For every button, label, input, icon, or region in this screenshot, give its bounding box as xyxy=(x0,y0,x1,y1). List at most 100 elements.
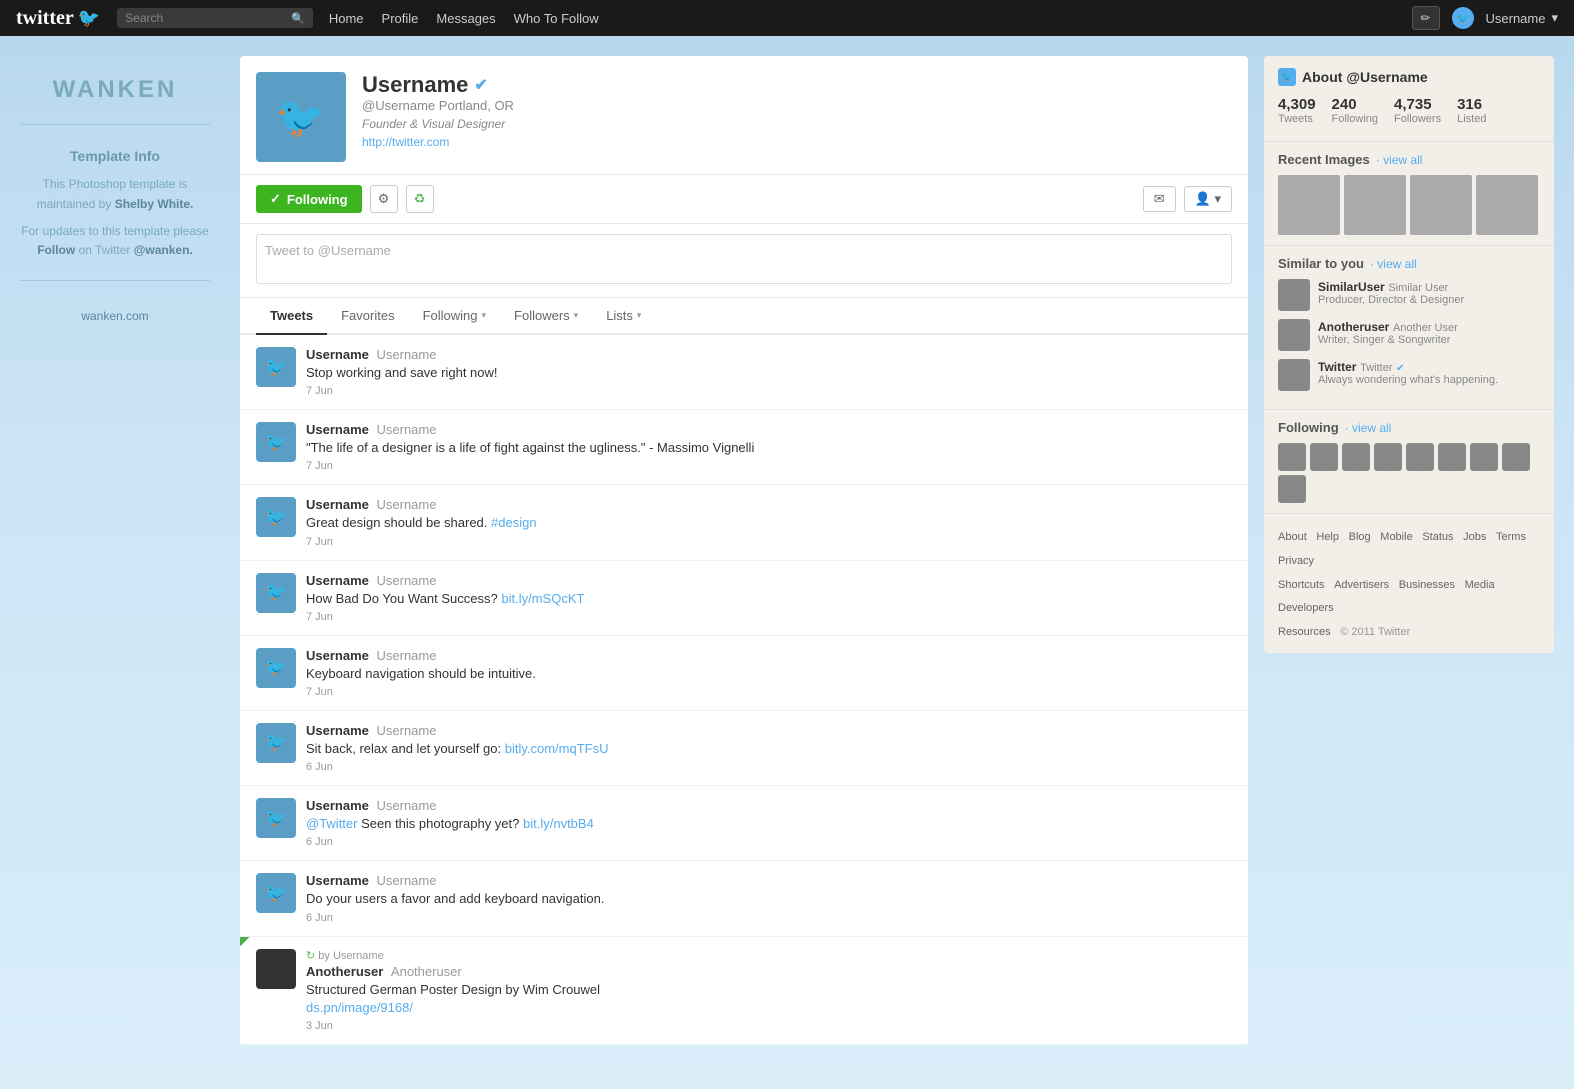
search-bar[interactable]: 🔍 xyxy=(117,8,313,28)
shelby-white-link[interactable]: Shelby White. xyxy=(115,197,194,211)
footer-privacy[interactable]: Privacy xyxy=(1278,555,1314,567)
similar-name-2[interactable]: Anotheruser xyxy=(1318,320,1389,334)
following-avatar-5[interactable] xyxy=(1406,443,1434,471)
mention-link[interactable]: @Twitter xyxy=(306,816,357,831)
tab-tweets[interactable]: Tweets xyxy=(256,298,327,335)
tab-followers[interactable]: Followers ▾ xyxy=(500,298,592,335)
footer-about[interactable]: About xyxy=(1278,531,1307,543)
recent-images-section: Recent Images · view all xyxy=(1264,142,1554,246)
brand-name: WANKEN xyxy=(53,76,178,104)
following-avatar-4[interactable] xyxy=(1374,443,1402,471)
stat-listed: 316 Listed xyxy=(1457,96,1486,125)
nav-messages[interactable]: Messages xyxy=(436,11,495,26)
footer-mobile[interactable]: Mobile xyxy=(1380,531,1412,543)
view-all-following-link[interactable]: · view all xyxy=(1345,421,1392,435)
footer-media[interactable]: Media xyxy=(1465,579,1495,591)
url-link[interactable]: bit.ly/mSQcKT xyxy=(501,591,584,606)
similar-handle-3: Twitter xyxy=(1360,362,1392,374)
footer-shortcuts[interactable]: Shortcuts xyxy=(1278,579,1324,591)
similar-name-3[interactable]: Twitter xyxy=(1318,360,1356,374)
image-thumb-4[interactable] xyxy=(1476,175,1538,235)
tab-following[interactable]: Following ▾ xyxy=(409,298,500,335)
following-avatar-7[interactable] xyxy=(1470,443,1498,471)
image-thumb-2[interactable] xyxy=(1344,175,1406,235)
footer-help[interactable]: Help xyxy=(1316,531,1339,543)
wanken-link[interactable]: wanken.com xyxy=(81,309,148,323)
following-avatar-8[interactable] xyxy=(1502,443,1530,471)
divider-2 xyxy=(20,280,210,281)
footer-businesses[interactable]: Businesses xyxy=(1399,579,1455,591)
url-link[interactable]: ds.pn/image/9168/ xyxy=(306,1000,413,1015)
nav-profile[interactable]: Profile xyxy=(382,11,419,26)
handle-link[interactable]: @wanken. xyxy=(134,243,193,257)
image-thumb-3[interactable] xyxy=(1410,175,1472,235)
tab-lists[interactable]: Lists ▾ xyxy=(592,298,655,335)
footer-status[interactable]: Status xyxy=(1422,531,1453,543)
username-label[interactable]: Username ▾ xyxy=(1486,10,1559,26)
tweet-avatar: 🐦 xyxy=(256,648,296,688)
image-thumb-1[interactable] xyxy=(1278,175,1340,235)
tweet-username: Username xyxy=(306,873,369,888)
mail-button[interactable]: ✉ xyxy=(1143,186,1176,212)
following-avatar-6[interactable] xyxy=(1438,443,1466,471)
tweet-username: Username xyxy=(306,497,369,512)
url-link[interactable]: bit.ly/nvtbB4 xyxy=(523,816,594,831)
hashtag-link[interactable]: #design xyxy=(491,515,537,530)
action-bar: ✓ Following ⚙ ♻ ✉ 👤 ▾ xyxy=(240,175,1248,224)
following-avatar-2[interactable] xyxy=(1310,443,1338,471)
images-grid xyxy=(1278,175,1540,235)
following-button[interactable]: ✓ Following xyxy=(256,185,362,213)
tab-favorites[interactable]: Favorites xyxy=(327,298,408,335)
profile-url[interactable]: http://twitter.com xyxy=(362,135,449,149)
tweet-bird-icon: 🐦 xyxy=(265,883,287,904)
following-avatar-3[interactable] xyxy=(1342,443,1370,471)
similar-name-1[interactable]: SimilarUser xyxy=(1318,280,1385,294)
tweet-username: Username xyxy=(306,347,369,362)
following-avatars-grid xyxy=(1278,443,1540,503)
tweet-bird-icon: 🐦 xyxy=(265,808,287,829)
footer-advertisers[interactable]: Advertisers xyxy=(1334,579,1389,591)
url-link[interactable]: bitly.com/mqTFsU xyxy=(505,741,609,756)
search-input[interactable] xyxy=(125,11,285,25)
nav-home[interactable]: Home xyxy=(329,11,364,26)
avatar-bird-icon: 🐦 xyxy=(276,94,326,141)
footer-developers[interactable]: Developers xyxy=(1278,602,1334,614)
view-all-similar-link[interactable]: · view all xyxy=(1370,257,1417,271)
similar-bio-2: Writer, Singer & Songwriter xyxy=(1318,334,1540,346)
footer-links-row-1: About Help Blog Mobile Status Jobs Terms… xyxy=(1278,524,1540,572)
following-avatar-1[interactable] xyxy=(1278,443,1306,471)
similar-avatar-1 xyxy=(1278,279,1310,311)
nav-who-to-follow[interactable]: Who To Follow xyxy=(514,11,599,26)
refresh-button[interactable]: ♻ xyxy=(406,185,434,213)
person-button[interactable]: 👤 ▾ xyxy=(1184,186,1232,212)
tweet-textarea[interactable] xyxy=(256,234,1232,284)
view-all-images-link[interactable]: · view all xyxy=(1376,153,1423,167)
footer-terms[interactable]: Terms xyxy=(1496,531,1526,543)
tweet-item: 🐦 Username Username @Twitter Seen this p… xyxy=(240,786,1248,861)
page-background: WANKEN Template Info This Photoshop temp… xyxy=(0,36,1574,1089)
following-count: 240 xyxy=(1332,96,1378,113)
footer-resources[interactable]: Resources xyxy=(1278,626,1331,638)
compose-button[interactable]: ✏ xyxy=(1412,6,1440,30)
tweet-avatar: 🐦 xyxy=(256,798,296,838)
about-section: 🐦 About @Username 4,309 Tweets 240 Follo… xyxy=(1264,56,1554,142)
tweet-item: 🐦 Username Username "The life of a desig… xyxy=(240,410,1248,485)
following-avatar-9[interactable] xyxy=(1278,475,1306,503)
stat-following: 240 Following xyxy=(1332,96,1378,125)
footer-links: About Help Blog Mobile Status Jobs Terms… xyxy=(1264,514,1554,653)
tweet-body: Username Username How Bad Do You Want Su… xyxy=(306,573,1232,623)
tweet-date: 7 Jun xyxy=(306,460,1232,472)
settings-button[interactable]: ⚙ xyxy=(370,185,398,213)
tweet-text: @Twitter Seen this photography yet? bit.… xyxy=(306,815,1232,833)
footer-jobs[interactable]: Jobs xyxy=(1463,531,1486,543)
template-info-section: Template Info This Photoshop template is… xyxy=(20,145,210,260)
tweet-date: 6 Jun xyxy=(306,836,1232,848)
tweet-item: 🐦 Username Username How Bad Do You Want … xyxy=(240,561,1248,636)
tweet-avatar: 🐦 xyxy=(256,422,296,462)
profile-header: 🐦 Username ✔ @Username Portland, OR Foun… xyxy=(240,56,1248,175)
tweet-date: 7 Jun xyxy=(306,686,1232,698)
footer-blog[interactable]: Blog xyxy=(1349,531,1371,543)
follow-link[interactable]: Follow xyxy=(37,243,75,257)
similar-section: Similar to you · view all SimilarUser Si… xyxy=(1264,246,1554,410)
tweet-bird-icon: 🐦 xyxy=(265,357,287,378)
